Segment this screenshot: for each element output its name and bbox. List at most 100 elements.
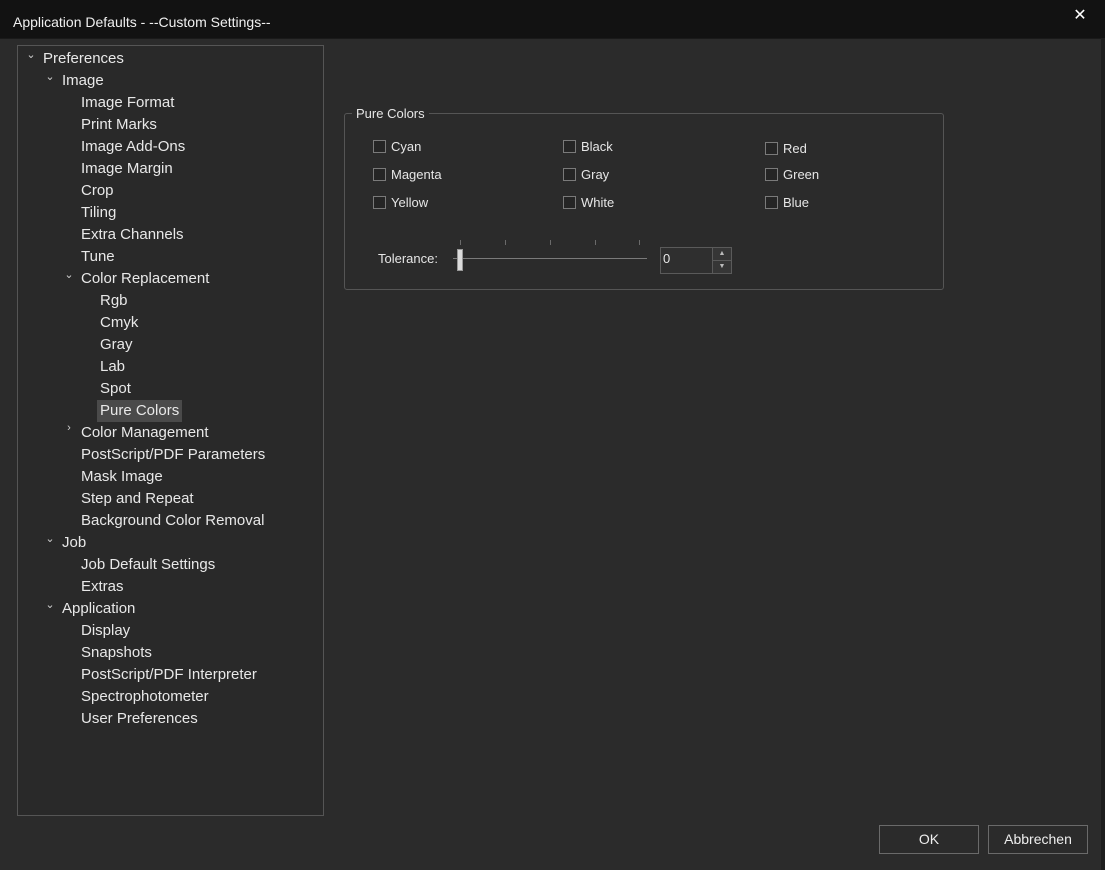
- slider-track: [453, 258, 647, 259]
- tree-node-label: Cmyk: [100, 314, 139, 331]
- checkbox-green[interactable]: Green: [765, 166, 819, 184]
- checkbox-label: Gray: [581, 167, 610, 182]
- tree-node-label: Color Replacement: [81, 270, 210, 287]
- slider-tick: [595, 240, 596, 245]
- tolerance-spinbox[interactable]: 0 ▲ ▼: [660, 247, 732, 274]
- tree-node-label: Lab: [100, 358, 126, 375]
- title-bar: Application Defaults - --Custom Settings…: [0, 0, 1105, 39]
- tree-node-pure-colors[interactable]: Pure Colors: [97, 400, 183, 422]
- tree-node-label: Background Color Removal: [81, 512, 265, 529]
- tree-node-mask-image[interactable]: Mask Image: [78, 466, 166, 488]
- tree-node-label: Crop: [81, 182, 114, 199]
- slider-tick: [550, 240, 551, 245]
- tree-node-snapshots[interactable]: Snapshots: [78, 642, 155, 664]
- checkbox-box: [373, 140, 386, 153]
- checkbox-label: Red: [783, 141, 807, 156]
- spin-up-icon[interactable]: ▲: [712, 248, 731, 260]
- tree-node-image-margin[interactable]: Image Margin: [78, 158, 176, 180]
- checkbox-box: [765, 142, 778, 155]
- tree-node-tune[interactable]: Tune: [78, 246, 118, 268]
- tree-node-extras[interactable]: Extras: [78, 576, 127, 598]
- tree-node-color-replacement[interactable]: Color Replacement: [78, 268, 212, 290]
- tree-node-label: Spot: [100, 380, 131, 397]
- tree-node-label: Mask Image: [81, 468, 163, 485]
- tree-node-crop[interactable]: Crop: [78, 180, 117, 202]
- checkbox-label: Cyan: [391, 139, 422, 154]
- checkbox-box: [765, 168, 778, 181]
- tree-node-extra-channels[interactable]: Extra Channels: [78, 224, 187, 246]
- tree-node-postscript-pdf-parameters[interactable]: PostScript/PDF Parameters: [78, 444, 268, 466]
- tree-node-label: Color Management: [81, 424, 209, 441]
- tree-node-spot[interactable]: Spot: [97, 378, 134, 400]
- spin-down-icon[interactable]: ▼: [712, 260, 731, 273]
- tree-node-postscript-pdf-interpreter[interactable]: PostScript/PDF Interpreter: [78, 664, 260, 686]
- checkbox-box: [765, 196, 778, 209]
- cancel-button[interactable]: Abbrechen: [988, 825, 1088, 854]
- tree-node-label: Display: [81, 622, 131, 639]
- tree-node-display[interactable]: Display: [78, 620, 133, 642]
- tree-node-image-format[interactable]: Image Format: [78, 92, 177, 114]
- tree-node-label: Tiling: [81, 204, 117, 221]
- chevron-down-icon[interactable]: ⌄: [44, 598, 56, 620]
- tree-node-color-management[interactable]: Color Management: [78, 422, 212, 444]
- checkbox-label: White: [581, 195, 615, 210]
- chevron-down-icon[interactable]: ⌄: [63, 268, 75, 290]
- checkbox-black[interactable]: Black: [563, 138, 613, 156]
- chevron-right-icon[interactable]: ›: [63, 422, 75, 444]
- tree-node-label: Pure Colors: [97, 400, 183, 422]
- tree-node-label: PostScript/PDF Parameters: [81, 446, 266, 463]
- tree-node-background-color-removal[interactable]: Background Color Removal: [78, 510, 267, 532]
- chevron-down-icon[interactable]: ⌄: [44, 70, 56, 92]
- tolerance-value[interactable]: 0: [663, 251, 670, 266]
- tree-node-lab[interactable]: Lab: [97, 356, 128, 378]
- tree-node-cmyk[interactable]: Cmyk: [97, 312, 141, 334]
- window-edge: [1101, 38, 1105, 870]
- checkbox-label: Green: [783, 167, 820, 182]
- checkbox-red[interactable]: Red: [765, 140, 807, 158]
- slider-thumb[interactable]: [457, 249, 463, 271]
- slider-tick: [639, 240, 640, 245]
- tree-node-rgb[interactable]: Rgb: [97, 290, 131, 312]
- preferences-tree[interactable]: ⌄ Preferences ⌄ Image Image Format Print…: [17, 45, 324, 816]
- tree-node-image[interactable]: Image: [59, 70, 107, 92]
- checkbox-blue[interactable]: Blue: [765, 194, 809, 212]
- chevron-down-icon[interactable]: ⌄: [25, 48, 37, 70]
- tree-node-label: Rgb: [100, 292, 128, 309]
- tree-node-label: Extra Channels: [81, 226, 184, 243]
- checkbox-box: [563, 168, 576, 181]
- ok-button[interactable]: OK: [879, 825, 979, 854]
- tree-node-label: Image: [62, 72, 104, 89]
- tree-node-spectrophotometer[interactable]: Spectrophotometer: [78, 686, 212, 708]
- checkbox-cyan[interactable]: Cyan: [373, 138, 421, 156]
- tree-node-job-default-settings[interactable]: Job Default Settings: [78, 554, 218, 576]
- checkbox-white[interactable]: White: [563, 194, 614, 212]
- tree-node-job[interactable]: Job: [59, 532, 89, 554]
- tree-node-label: Image Add-Ons: [81, 138, 186, 155]
- slider-tick: [505, 240, 506, 245]
- tree-node-label: Step and Repeat: [81, 490, 194, 507]
- tree-node-step-and-repeat[interactable]: Step and Repeat: [78, 488, 197, 510]
- chevron-down-icon[interactable]: ⌄: [44, 532, 56, 554]
- group-title: Pure Colors: [352, 106, 429, 121]
- checkbox-box: [563, 196, 576, 209]
- checkbox-magenta[interactable]: Magenta: [373, 166, 442, 184]
- tree-node-label: Job Default Settings: [81, 556, 216, 573]
- tree-node-label: Preferences: [43, 50, 124, 67]
- tolerance-label: Tolerance:: [378, 251, 438, 266]
- checkbox-gray[interactable]: Gray: [563, 166, 609, 184]
- tree-node-preferences[interactable]: Preferences: [40, 48, 127, 70]
- close-icon[interactable]: ✕: [1069, 6, 1091, 26]
- tree-node-application[interactable]: Application: [59, 598, 138, 620]
- tree-node-print-marks[interactable]: Print Marks: [78, 114, 160, 136]
- tree-node-tiling[interactable]: Tiling: [78, 202, 119, 224]
- checkbox-yellow[interactable]: Yellow: [373, 194, 428, 212]
- tree-node-label: Image Format: [81, 94, 175, 111]
- checkbox-label: Yellow: [391, 195, 429, 210]
- tree-node-user-preferences[interactable]: User Preferences: [78, 708, 201, 730]
- tolerance-slider[interactable]: [453, 240, 648, 272]
- checkbox-label: Black: [581, 139, 613, 154]
- checkbox-box: [563, 140, 576, 153]
- tree-node-image-add-ons[interactable]: Image Add-Ons: [78, 136, 188, 158]
- tree-node-label: Tune: [81, 248, 115, 265]
- tree-node-gray[interactable]: Gray: [97, 334, 136, 356]
